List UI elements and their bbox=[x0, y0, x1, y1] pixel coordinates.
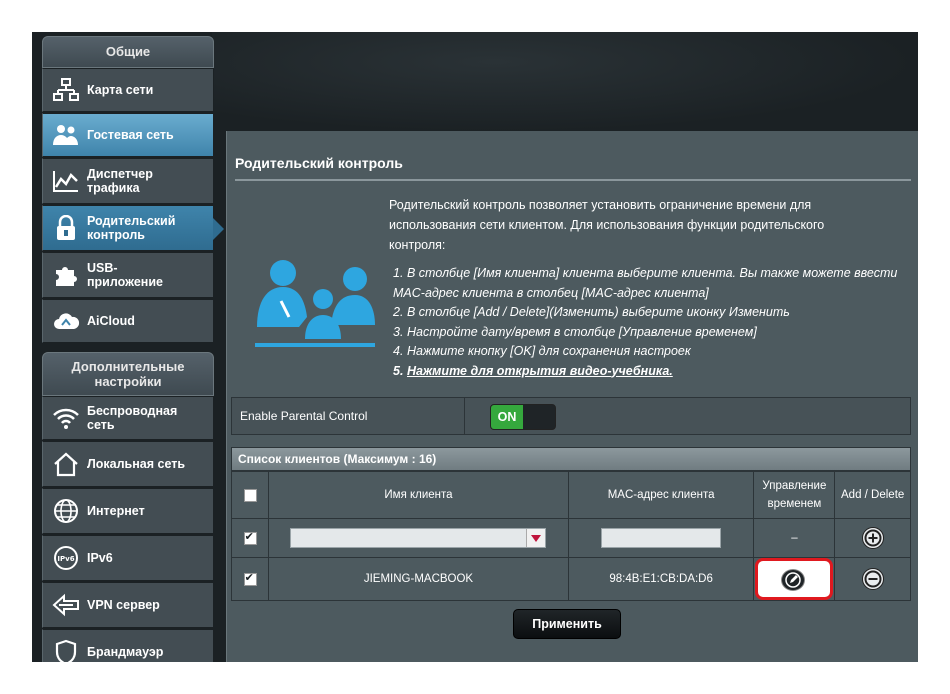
usb-app-icon bbox=[51, 260, 81, 290]
guest-network-icon bbox=[51, 120, 81, 150]
edit-highlight-box bbox=[755, 558, 834, 600]
delete-cell bbox=[834, 557, 911, 601]
parental-control-icon bbox=[51, 213, 81, 243]
router-admin-window: Общие Карта сети Гостевая сеть Диспетчер… bbox=[32, 32, 918, 662]
parental-control-panel: Родительский контроль Родительский контр… bbox=[226, 131, 918, 662]
toggle-on-label: ON bbox=[491, 405, 523, 429]
sidebar-header-advanced: Дополнительные настройки bbox=[42, 352, 214, 396]
column-header-time-management: Управление временем bbox=[753, 471, 836, 519]
chevron-down-icon[interactable] bbox=[526, 529, 546, 547]
sidebar-item-wireless[interactable]: Беспроводная сеть bbox=[42, 396, 214, 440]
time-management-cell bbox=[753, 557, 836, 601]
table-row: JIEMING-MACBOOK 98:4B:E1:CB:DA:D6 bbox=[230, 557, 911, 601]
apply-button[interactable]: Применить bbox=[513, 609, 621, 639]
sidebar-item-label: VPN сервер bbox=[87, 598, 160, 612]
description-text: Родительский контроль позволяет установи… bbox=[389, 198, 825, 252]
new-row-checkbox[interactable] bbox=[243, 530, 257, 545]
svg-text:IPv6: IPv6 bbox=[57, 555, 74, 563]
sidebar-header-general: Общие bbox=[42, 36, 214, 68]
sidebar-item-parental-control[interactable]: Родительский контроль bbox=[42, 205, 224, 251]
client-list-title: Список клиентов (Максимум : 16) bbox=[231, 447, 911, 471]
new-row-time-cell: – bbox=[753, 518, 836, 558]
video-tutorial-link[interactable]: 5. Нажмите для открытия видео-учебника. bbox=[393, 362, 913, 382]
sidebar-item-label: Беспроводная сеть bbox=[87, 404, 178, 432]
aicloud-icon bbox=[51, 306, 81, 336]
sidebar-item-network-map[interactable]: Карта сети bbox=[42, 68, 214, 112]
sidebar-item-guest-network[interactable]: Гостевая сеть bbox=[42, 113, 214, 157]
row-checkbox[interactable] bbox=[243, 571, 257, 586]
mac-address-cell: 98:4B:E1:CB:DA:D6 bbox=[567, 557, 755, 601]
sidebar-item-label: Брандмауэр bbox=[87, 645, 164, 659]
wireless-icon bbox=[51, 403, 81, 433]
family-illustration-icon bbox=[255, 257, 375, 362]
column-header-mac: MAC-адрес клиента bbox=[567, 471, 755, 519]
instruction-step: 4. Нажмите кнопку [OK] для сохранения нас… bbox=[393, 344, 691, 358]
row-divider bbox=[464, 398, 465, 434]
sidebar-item-label: AiCloud bbox=[87, 314, 135, 328]
instruction-step: 1. В столбце [Имя клиента] клиента выбери… bbox=[393, 266, 898, 300]
sidebar-item-label: Родительский контроль bbox=[87, 214, 176, 242]
new-row-mac-cell bbox=[567, 518, 755, 558]
client-name-select[interactable] bbox=[290, 528, 547, 548]
ipv6-icon: IPv6 bbox=[51, 543, 81, 573]
sidebar-item-vpn[interactable]: VPN сервер bbox=[42, 582, 214, 628]
lan-icon bbox=[51, 449, 81, 479]
sidebar-item-lan[interactable]: Локальная сеть bbox=[42, 441, 214, 487]
column-header-add-delete: Add / Delete bbox=[834, 471, 911, 519]
sidebar: Общие Карта сети Гостевая сеть Диспетчер… bbox=[42, 36, 224, 662]
page-title: Родительский контроль bbox=[235, 155, 403, 171]
sidebar-item-aicloud[interactable]: AiCloud bbox=[42, 299, 214, 343]
new-client-row: – bbox=[230, 518, 911, 558]
row-checkbox-cell bbox=[230, 557, 270, 601]
sidebar-item-label: Локальная сеть bbox=[87, 457, 186, 471]
sidebar-item-label: USB-приложение bbox=[87, 261, 163, 289]
traffic-manager-icon bbox=[51, 166, 81, 196]
plus-icon bbox=[864, 529, 882, 547]
select-all-cell bbox=[230, 471, 270, 519]
sidebar-item-internet[interactable]: Интернет bbox=[42, 488, 214, 534]
sidebar-item-label: Карта сети bbox=[87, 83, 154, 97]
instructions-list: 1. В столбце [Имя клиента] клиента выбери… bbox=[393, 264, 913, 381]
table-header-row: Имя клиента MAC-адрес клиента Управление… bbox=[230, 471, 911, 519]
sidebar-item-traffic-manager[interactable]: Диспетчер трафика bbox=[42, 158, 214, 204]
firewall-icon bbox=[51, 637, 81, 662]
internet-globe-icon bbox=[51, 496, 81, 526]
column-header-client-name: Имя клиента bbox=[268, 471, 569, 519]
sidebar-item-usb-app[interactable]: USB-приложение bbox=[42, 252, 214, 298]
sidebar-item-firewall[interactable]: Брандмауэр bbox=[42, 629, 214, 662]
instruction-step: 3. Настройте дату/время в столбце [Управл… bbox=[393, 324, 757, 339]
enable-parental-control-label: Enable Parental Control bbox=[240, 409, 368, 423]
sidebar-item-label: IPv6 bbox=[87, 551, 113, 565]
edit-time-button[interactable] bbox=[781, 569, 806, 591]
enable-parental-control-row: Enable Parental Control ON bbox=[231, 397, 911, 435]
new-row-client-cell bbox=[268, 518, 569, 558]
client-name-cell: JIEMING-MACBOOK bbox=[268, 557, 569, 601]
vpn-icon bbox=[51, 590, 81, 620]
mac-address-input[interactable] bbox=[601, 528, 722, 548]
delete-client-button[interactable] bbox=[861, 568, 884, 590]
network-map-icon bbox=[51, 75, 81, 105]
sidebar-item-label: Гостевая сеть bbox=[87, 128, 174, 142]
instruction-step: 2. В столбце [Add / Delete](Изменить) выб… bbox=[393, 305, 790, 319]
title-divider bbox=[235, 179, 911, 181]
pencil-icon bbox=[785, 572, 802, 588]
sidebar-item-ipv6[interactable]: IPv6 IPv6 bbox=[42, 535, 214, 581]
new-row-checkbox-cell bbox=[230, 518, 270, 558]
parental-control-toggle[interactable]: ON bbox=[490, 404, 556, 430]
add-client-button[interactable] bbox=[861, 527, 884, 549]
minus-icon bbox=[864, 570, 882, 588]
new-row-add-cell bbox=[834, 518, 911, 558]
client-list-table: Список клиентов (Максимум : 16) Имя клие… bbox=[230, 447, 911, 601]
sidebar-item-label: Интернет bbox=[87, 504, 145, 518]
select-all-checkbox[interactable] bbox=[243, 488, 257, 502]
sidebar-item-label: Диспетчер трафика bbox=[87, 167, 153, 195]
